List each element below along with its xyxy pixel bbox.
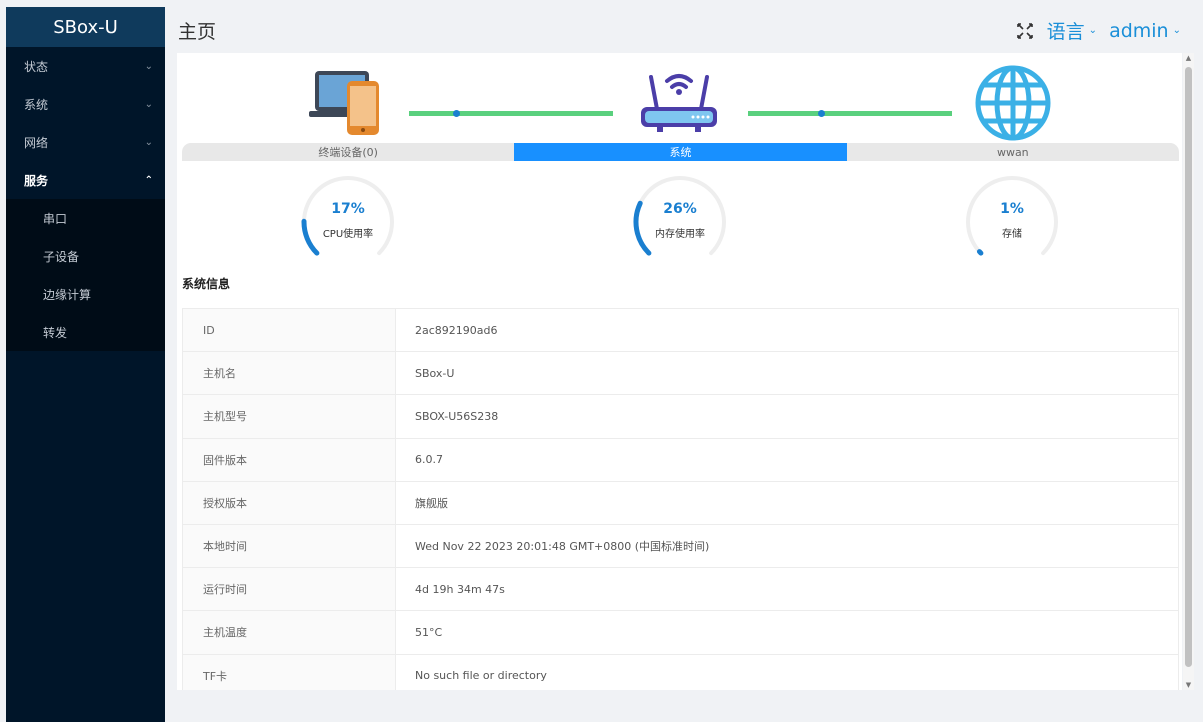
chevron-down-icon: ⌄ (144, 136, 153, 148)
info-key: 固件版本 (182, 438, 396, 482)
table-row: 主机名 SBox-U (182, 351, 1179, 396)
submenu-item-forward[interactable]: 转发 (6, 313, 165, 351)
connection-dot-right (818, 110, 825, 117)
brand-logo: SBox-U (6, 7, 165, 47)
submenu-item-subdevice[interactable]: 子设备 (6, 237, 165, 275)
language-label: 语言 (1046, 21, 1085, 43)
header: 主页 语言 ⌄ admin ⌄ (165, 7, 1203, 53)
info-key: 主机名 (182, 351, 396, 396)
chevron-up-icon: ⌃ (144, 174, 153, 186)
submenu-item-edge-computing[interactable]: 边缘计算 (6, 275, 165, 313)
gauge-fill (976, 249, 984, 256)
info-key: ID (182, 308, 396, 353)
scroll-down-icon[interactable]: ▼ (1183, 680, 1194, 690)
table-row: 主机型号 SBOX-U56S238 (182, 394, 1179, 439)
main-content: 终端设备(0) 系统 wwan 17% CPU使用率 26% 内存使用率 1% … (177, 53, 1182, 690)
menu-item-label: 服务 (24, 173, 49, 188)
info-value: No such file or directory (395, 654, 1179, 690)
memory-usage-value: 26% (663, 201, 697, 217)
chevron-down-icon: ⌄ (144, 60, 153, 72)
info-key: 主机型号 (182, 394, 396, 439)
storage-usage-label: 存储 (1002, 229, 1022, 240)
info-value: SBox-U (395, 351, 1179, 396)
tab-terminal-devices[interactable]: 终端设备(0) (182, 143, 514, 161)
system-info-title: 系统信息 (182, 277, 231, 291)
connection-line-left (409, 111, 613, 116)
tab-system[interactable]: 系统 (514, 143, 847, 161)
scroll-up-icon[interactable]: ▲ (1183, 53, 1194, 63)
table-row: ID 2ac892190ad6 (182, 308, 1179, 353)
router-icon[interactable] (637, 67, 721, 137)
system-info-table: ID 2ac892190ad6 主机名 SBox-U 主机型号 SBOX-U56S238 固… (182, 308, 1179, 690)
service-submenu: 串口 子设备 边缘计算 转发 (6, 199, 165, 351)
user-label: admin (1109, 19, 1169, 42)
user-dropdown[interactable]: admin ⌄ (1109, 20, 1181, 42)
menu-item-label: 系统 (24, 97, 49, 112)
globe-icon[interactable] (972, 63, 1054, 143)
menu-item-label: 网络 (24, 135, 49, 150)
language-dropdown[interactable]: 语言 ⌄ (1047, 17, 1097, 44)
scrollbar[interactable]: ▲ ▼ (1183, 53, 1194, 690)
submenu-item-serial[interactable]: 串口 (6, 199, 165, 237)
info-key: 授权版本 (182, 481, 396, 525)
info-value: 旗舰版 (395, 481, 1179, 525)
info-key: 本地时间 (182, 524, 396, 569)
table-row: 主机温度 51°C (182, 610, 1179, 655)
app-window: SBox-U 状态 ⌄ 系统 ⌄ 网络 ⌄ 服务 ⌃ 串口 子设备 边缘计算 转… (0, 0, 1203, 722)
cpu-usage-label: CPU使用率 (322, 229, 374, 240)
menu-item-label: 状态 (24, 59, 49, 74)
cpu-gauge: 17% CPU使用率 (299, 173, 397, 271)
menu-item-system[interactable]: 系统 ⌄ (6, 85, 165, 123)
table-row: 固件版本 6.0.7 (182, 438, 1179, 482)
storage-gauge: 1% 存储 (963, 173, 1061, 271)
page-title: 主页 (178, 21, 217, 43)
info-key: 主机温度 (182, 610, 396, 655)
storage-usage-value: 1% (1000, 201, 1024, 217)
sidebar: SBox-U 状态 ⌄ 系统 ⌄ 网络 ⌄ 服务 ⌃ 串口 子设备 边缘计算 转… (6, 7, 165, 722)
device-icon[interactable] (309, 67, 383, 137)
info-value: Wed Nov 22 2023 20:01:48 GMT+0800 (中国标准时… (395, 524, 1179, 569)
memory-gauge: 26% 内存使用率 (631, 173, 729, 271)
scrollbar-thumb[interactable] (1185, 67, 1192, 667)
info-key: TF卡 (182, 654, 396, 690)
chevron-down-icon: ⌄ (1172, 25, 1181, 36)
menu-item-network[interactable]: 网络 ⌄ (6, 123, 165, 161)
header-actions: 语言 ⌄ admin ⌄ (1015, 17, 1181, 44)
chevron-down-icon: ⌄ (1088, 25, 1098, 36)
menu-item-status[interactable]: 状态 ⌄ (6, 47, 165, 85)
memory-usage-label: 内存使用率 (655, 229, 705, 240)
connection-dot-left (453, 110, 460, 117)
info-key: 运行时间 (182, 567, 396, 612)
tab-wwan[interactable]: wwan (847, 143, 1179, 161)
fullscreen-icon[interactable] (1015, 21, 1035, 41)
info-value: 2ac892190ad6 (395, 308, 1179, 353)
network-topology: 终端设备(0) 系统 wwan (177, 53, 1182, 163)
table-row: 本地时间 Wed Nov 22 2023 20:01:48 GMT+0800 (中… (182, 524, 1179, 569)
info-value: 51°C (395, 610, 1179, 655)
connection-line-right (748, 111, 952, 116)
menu-item-service[interactable]: 服务 ⌃ (6, 161, 165, 199)
info-value: SBOX-U56S238 (395, 394, 1179, 439)
chevron-down-icon: ⌄ (144, 98, 153, 110)
info-value: 6.0.7 (395, 438, 1179, 482)
table-row: 授权版本 旗舰版 (182, 481, 1179, 525)
topology-tabs: 终端设备(0) 系统 wwan (182, 143, 1179, 161)
table-row: TF卡 No such file or directory (182, 654, 1179, 690)
table-row: 运行时间 4d 19h 34m 47s (182, 567, 1179, 612)
info-value: 4d 19h 34m 47s (395, 567, 1179, 612)
cpu-usage-value: 17% (331, 201, 365, 217)
